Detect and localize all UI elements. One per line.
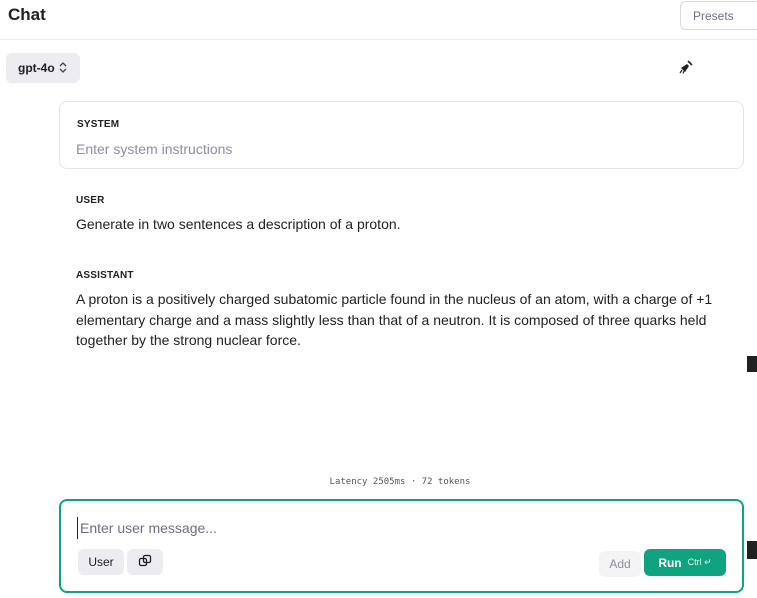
scrollbar-fragment: [747, 541, 757, 559]
role-toggle-button[interactable]: User: [78, 549, 124, 575]
assistant-message[interactable]: ASSISTANT A proton is a positively charg…: [76, 270, 716, 351]
add-message-button[interactable]: Add: [599, 551, 641, 577]
page-title: Chat: [8, 5, 46, 24]
user-message[interactable]: USER Generate in two sentences a descrip…: [76, 195, 716, 235]
system-instructions-input[interactable]: [76, 138, 716, 160]
run-button[interactable]: Run Ctrl ↵: [644, 549, 726, 576]
latency-stats: Latency 2505ms · 72 tokens: [329, 477, 471, 487]
model-selector[interactable]: gpt-4o: [6, 53, 80, 83]
system-message-box: SYSTEM: [59, 101, 744, 169]
assistant-role-label[interactable]: ASSISTANT: [76, 270, 716, 281]
run-button-label: Run: [658, 555, 682, 570]
user-role-label[interactable]: USER: [76, 195, 716, 206]
swap-role-button[interactable]: [127, 549, 163, 575]
message-composer: User Add Run Ctrl ↵: [59, 499, 744, 593]
user-message-text[interactable]: Generate in two sentences a description …: [76, 214, 716, 235]
run-shortcut-hint: Ctrl ↵: [687, 557, 712, 567]
user-message-input[interactable]: [77, 517, 697, 539]
assistant-message-text[interactable]: A proton is a positively charged subatom…: [76, 289, 716, 351]
header: Chat Presets: [0, 0, 757, 40]
broom-icon: [679, 59, 693, 79]
system-label: SYSTEM: [77, 119, 120, 130]
playground-chat-page: Chat Presets gpt-4o SYSTEM USER Generate…: [0, 0, 757, 598]
chevron-up-down-icon: [59, 61, 67, 75]
clear-chat-button[interactable]: [676, 59, 696, 79]
model-selector-label: gpt-4o: [18, 61, 55, 75]
scrollbar-fragment: [747, 356, 757, 372]
presets-button[interactable]: Presets: [680, 1, 757, 30]
swap-icon: [138, 554, 152, 571]
